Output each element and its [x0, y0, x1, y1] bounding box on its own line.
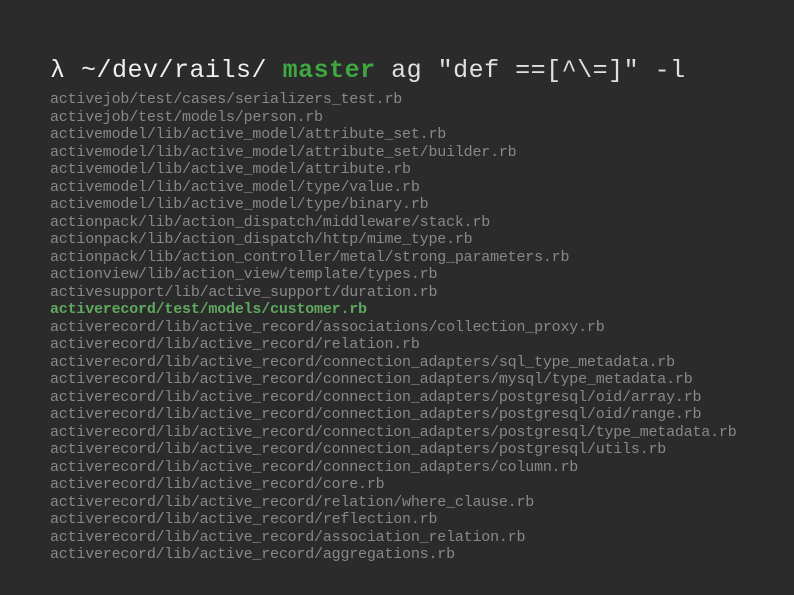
output-line: activemodel/lib/active_model/attribute_s…: [50, 126, 744, 144]
prompt-lambda: λ: [50, 56, 66, 85]
output-line: activerecord/lib/active_record/connectio…: [50, 354, 744, 372]
prompt-path: ~/dev/rails/: [81, 56, 267, 85]
terminal-output: activejob/test/cases/serializers_test.rb…: [50, 91, 744, 564]
output-line: activemodel/lib/active_model/attribute.r…: [50, 161, 744, 179]
output-line: activerecord/lib/active_record/aggregati…: [50, 546, 744, 564]
output-line: activerecord/lib/active_record/core.rb: [50, 476, 744, 494]
output-line: activerecord/lib/active_record/connectio…: [50, 441, 744, 459]
output-line: activerecord/lib/active_record/connectio…: [50, 459, 744, 477]
output-line: activejob/test/cases/serializers_test.rb: [50, 91, 744, 109]
prompt-command: ag "def ==[^\=]" -l: [391, 56, 686, 85]
output-line: actionpack/lib/action_dispatch/http/mime…: [50, 231, 744, 249]
output-line: activerecord/lib/active_record/associati…: [50, 529, 744, 547]
output-line: activerecord/lib/active_record/relation.…: [50, 336, 744, 354]
output-line: actionpack/lib/action_controller/metal/s…: [50, 249, 744, 267]
shell-prompt[interactable]: λ ~/dev/rails/ master ag "def ==[^\=]" -…: [50, 56, 744, 85]
output-line: activerecord/lib/active_record/connectio…: [50, 406, 744, 424]
output-line: activemodel/lib/active_model/type/binary…: [50, 196, 744, 214]
output-line: activerecord/lib/active_record/associati…: [50, 319, 744, 337]
output-line: activerecord/lib/active_record/connectio…: [50, 371, 744, 389]
output-line: activerecord/lib/active_record/reflectio…: [50, 511, 744, 529]
prompt-branch: master: [283, 56, 376, 85]
output-line: actionpack/lib/action_dispatch/middlewar…: [50, 214, 744, 232]
output-line: activerecord/test/models/customer.rb: [50, 301, 744, 319]
output-line: activemodel/lib/active_model/attribute_s…: [50, 144, 744, 162]
output-line: activerecord/lib/active_record/relation/…: [50, 494, 744, 512]
output-line: activerecord/lib/active_record/connectio…: [50, 389, 744, 407]
output-line: actionview/lib/action_view/template/type…: [50, 266, 744, 284]
output-line: activemodel/lib/active_model/type/value.…: [50, 179, 744, 197]
output-line: activesupport/lib/active_support/duratio…: [50, 284, 744, 302]
output-line: activejob/test/models/person.rb: [50, 109, 744, 127]
output-line: activerecord/lib/active_record/connectio…: [50, 424, 744, 442]
